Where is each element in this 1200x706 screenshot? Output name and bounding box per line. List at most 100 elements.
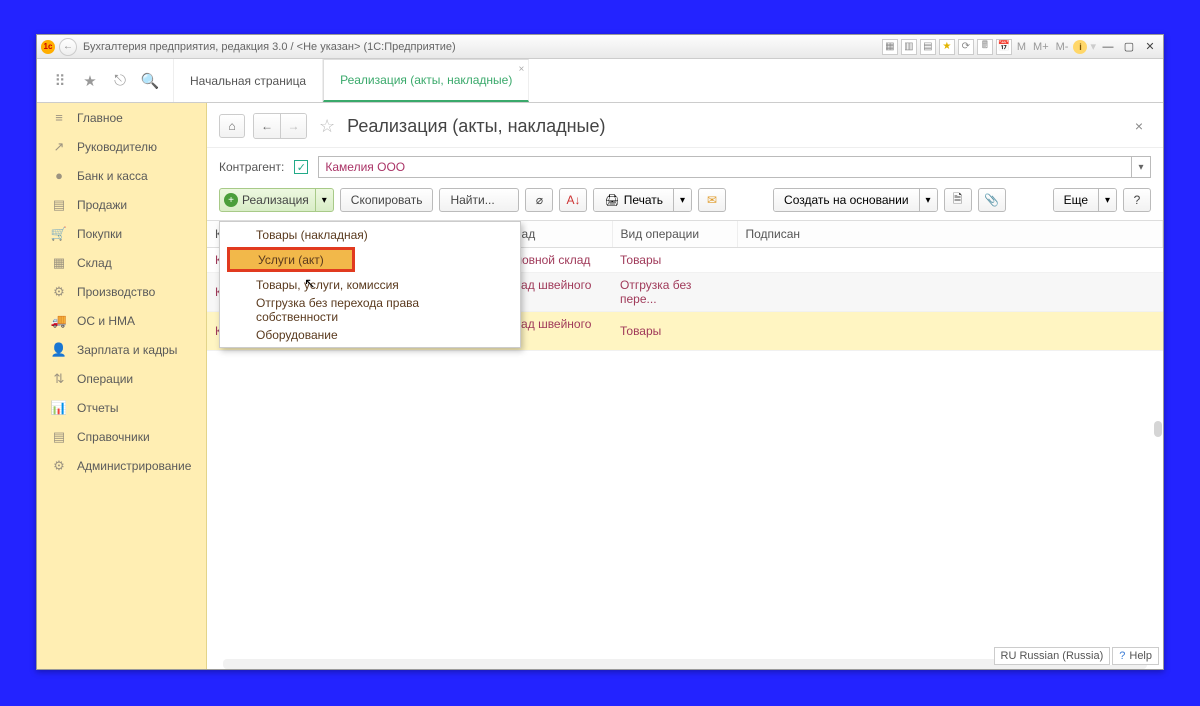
sidebar-item[interactable]: 📊 Отчеты bbox=[37, 393, 206, 422]
sidebar-item-label: Отчеты bbox=[77, 401, 118, 415]
sidebar-item-label: Руководителю bbox=[77, 140, 157, 154]
info-icon[interactable]: i bbox=[1073, 40, 1087, 54]
page-title: Реализация (акты, накладные) bbox=[347, 116, 605, 137]
sidebar-item-label: Покупки bbox=[77, 227, 122, 241]
sidebar-item[interactable]: ⚙ Производство bbox=[37, 277, 206, 306]
close-window-button[interactable]: ✕ bbox=[1141, 39, 1159, 55]
sidebar-item-label: Администрирование bbox=[77, 459, 191, 473]
sidebar-item[interactable]: ⚙ Администрирование bbox=[37, 451, 206, 480]
apps-icon[interactable]: ⠿ bbox=[51, 72, 69, 90]
sidebar-icon: ▤ bbox=[51, 197, 67, 213]
toolbar: + Реализация ▾ Скопировать Найти... ⌀ A↓… bbox=[207, 186, 1163, 220]
sidebar-icon: 📊 bbox=[51, 400, 67, 416]
menu-item[interactable]: Оборудование bbox=[220, 322, 520, 347]
sort-button[interactable]: A↓ bbox=[559, 188, 587, 212]
realization-new-button[interactable]: + Реализация ▾ bbox=[219, 188, 334, 212]
search-icon[interactable]: 🔍 bbox=[141, 72, 159, 90]
sidebar-icon: ⚙ bbox=[51, 284, 67, 300]
data-table: Товары (накладная)Услуги (акт)Товары, ус… bbox=[207, 220, 1163, 669]
clear-filter-button[interactable]: ⌀ bbox=[525, 188, 553, 212]
filter-row: Контрагент: ✓ ▾ bbox=[207, 148, 1163, 186]
menu-item[interactable]: Отгрузка без перехода права собственност… bbox=[220, 297, 520, 322]
sidebar-item[interactable]: 👤 Зарплата и кадры bbox=[37, 335, 206, 364]
tb-tool-icon[interactable]: ▥ bbox=[901, 39, 917, 55]
memory-m[interactable]: M bbox=[1015, 41, 1028, 53]
sidebar-item-label: Продажи bbox=[77, 198, 127, 212]
sidebar-icon: ⚙ bbox=[51, 458, 67, 474]
sidebar-item-label: Производство bbox=[77, 285, 155, 299]
history-icon[interactable]: ⎋ bbox=[111, 72, 129, 90]
sidebar-item[interactable]: ▤ Справочники bbox=[37, 422, 206, 451]
tab-start-page[interactable]: Начальная страница bbox=[174, 59, 323, 102]
sidebar-item[interactable]: ▤ Продажи bbox=[37, 190, 206, 219]
scrollbar-vertical[interactable] bbox=[1154, 421, 1162, 437]
sidebar-item[interactable]: 🛒Покупки bbox=[37, 219, 206, 248]
find-button[interactable]: Найти... bbox=[439, 188, 519, 212]
page-header: ⌂ ←→ ☆ Реализация (акты, накладные) × bbox=[207, 103, 1163, 148]
tb-tool-icon[interactable]: ▦ bbox=[882, 39, 898, 55]
favorite-star-icon[interactable]: ☆ bbox=[319, 116, 335, 137]
sidebar-item[interactable]: ●Банк и касса bbox=[37, 161, 206, 190]
sidebar-item[interactable]: 🚚ОС и НМА bbox=[37, 306, 206, 335]
menu-item[interactable]: Услуги (акт) bbox=[227, 247, 355, 272]
sidebar: ≡Главное↗Руководителю●Банк и касса ▤ Прода… bbox=[37, 103, 207, 669]
main-content: ⌂ ←→ ☆ Реализация (акты, накладные) × Ко… bbox=[207, 103, 1163, 669]
close-page-icon[interactable]: × bbox=[1135, 118, 1151, 134]
memory-m-minus[interactable]: M- bbox=[1054, 41, 1071, 53]
lang-indicator[interactable]: RU Russian (Russia) bbox=[994, 647, 1111, 665]
more-button[interactable]: Еще ▾ bbox=[1053, 188, 1117, 212]
column-header[interactable]: Вид операции bbox=[612, 221, 737, 248]
top-tab-bar: ⠿ ★ ⎋ 🔍 Начальная страница Реализация (а… bbox=[37, 59, 1163, 103]
calc-icon[interactable]: 🖩 bbox=[977, 39, 993, 55]
sidebar-item[interactable]: ↗Руководителю bbox=[37, 132, 206, 161]
sidebar-item[interactable]: ⇅Операции bbox=[37, 364, 206, 393]
sidebar-item[interactable]: ▦Склад bbox=[37, 248, 206, 277]
realization-menu: Товары (накладная)Услуги (акт)Товары, ус… bbox=[219, 221, 521, 348]
chevron-down-icon[interactable]: ▾ bbox=[315, 189, 333, 211]
sidebar-item-label: Зарплата и кадры bbox=[77, 343, 177, 357]
print-button[interactable]: 🖨Печать ▾ bbox=[593, 188, 692, 212]
help-link[interactable]: ?Help bbox=[1112, 647, 1159, 665]
counterparty-input[interactable] bbox=[318, 156, 1131, 178]
help-button[interactable]: ? bbox=[1123, 188, 1151, 212]
tb-tool-icon[interactable]: ▤ bbox=[920, 39, 936, 55]
star-icon[interactable]: ★ bbox=[81, 72, 99, 90]
sidebar-item-label: Склад bbox=[77, 256, 112, 270]
window-title: Бухгалтерия предприятия, редакция 3.0 / … bbox=[77, 41, 882, 53]
chevron-down-icon[interactable]: ▾ bbox=[1098, 189, 1116, 211]
home-button[interactable]: ⌂ bbox=[219, 114, 245, 138]
plus-icon: + bbox=[224, 193, 238, 207]
chevron-down-icon[interactable]: ▾ bbox=[673, 189, 691, 211]
column-header[interactable]: Подписан bbox=[737, 221, 1163, 248]
memory-m-plus[interactable]: M+ bbox=[1031, 41, 1051, 53]
sidebar-icon: 👤 bbox=[51, 342, 67, 358]
favorite-icon[interactable]: ★ bbox=[939, 39, 955, 55]
create-based-button[interactable]: Создать на основании ▾ bbox=[773, 188, 938, 212]
sidebar-icon: ⇅ bbox=[51, 371, 67, 387]
calendar-icon[interactable]: 📅 bbox=[996, 39, 1012, 55]
sidebar-item[interactable]: ≡Главное bbox=[37, 103, 206, 132]
tab-realization[interactable]: Реализация (акты, накладные) × bbox=[323, 59, 529, 102]
sidebar-icon: 🚚 bbox=[51, 313, 67, 329]
menu-item[interactable]: Товары (накладная) bbox=[220, 222, 520, 247]
close-tab-icon[interactable]: × bbox=[519, 64, 525, 75]
copy-button[interactable]: Скопировать bbox=[340, 188, 434, 212]
minimize-button[interactable]: — bbox=[1099, 39, 1117, 55]
title-bar: 1c ← Бухгалтерия предприятия, редакция 3… bbox=[37, 35, 1163, 59]
sidebar-item-label: Главное bbox=[77, 111, 123, 125]
doc-button[interactable]: 🗎 bbox=[944, 188, 972, 212]
sidebar-icon: ▤ bbox=[51, 429, 67, 445]
attach-button[interactable]: 📎 bbox=[978, 188, 1006, 212]
printer-icon: 🖨 bbox=[604, 193, 619, 207]
nav-back-icon[interactable]: ← bbox=[59, 38, 77, 56]
maximize-button[interactable]: ▢ bbox=[1120, 39, 1138, 55]
tb-tool-icon[interactable]: ⟳ bbox=[958, 39, 974, 55]
filter-checkbox[interactable]: ✓ bbox=[294, 160, 308, 174]
chevron-down-icon[interactable]: ▾ bbox=[919, 189, 937, 211]
sidebar-item-label: Справочники bbox=[77, 430, 150, 444]
email-button[interactable]: ✉ bbox=[698, 188, 726, 212]
counterparty-dropdown-icon[interactable]: ▾ bbox=[1131, 156, 1151, 178]
menu-item[interactable]: Товары, услуги, комиссия bbox=[220, 272, 520, 297]
nav-back-forward[interactable]: ←→ bbox=[253, 113, 307, 139]
sidebar-item-label: Банк и касса bbox=[77, 169, 148, 183]
